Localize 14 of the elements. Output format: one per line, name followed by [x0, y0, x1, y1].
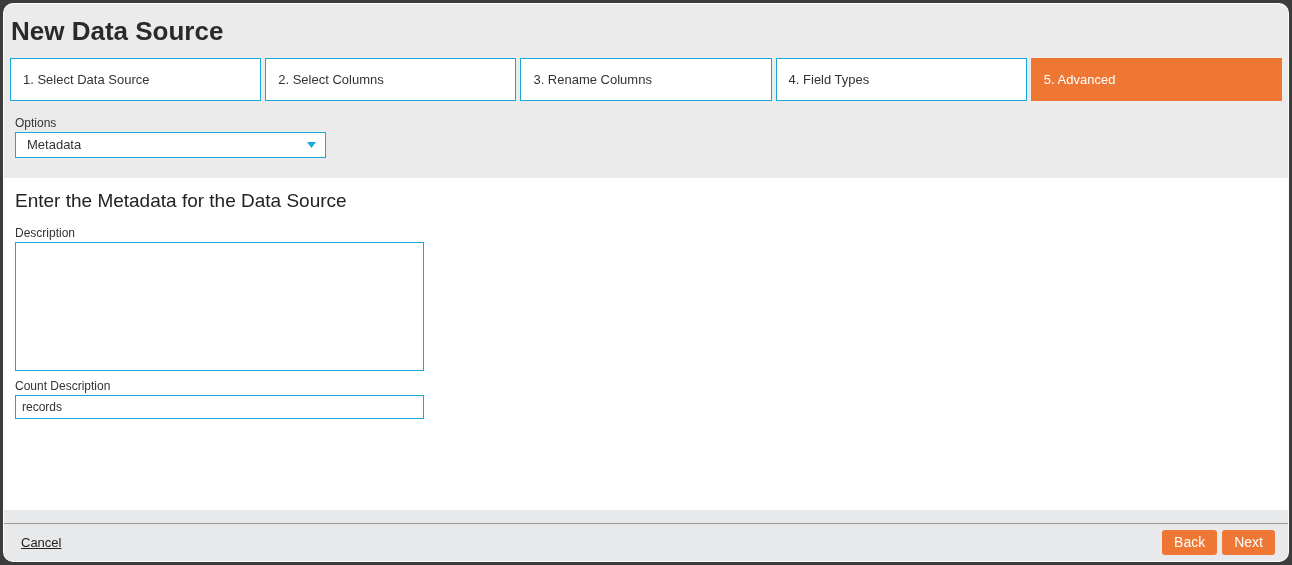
description-label: Description — [15, 224, 76, 242]
step-tab[interactable]: 1. Select Data Source — [10, 58, 262, 101]
section-heading: Enter the Metadata for the Data Source — [15, 189, 347, 213]
options-label: Options — [15, 115, 57, 132]
description-field[interactable] — [15, 241, 424, 371]
caret-icon — [307, 142, 316, 148]
step-tab[interactable]: 3. Rename Columns — [520, 58, 772, 101]
options-dropdown[interactable]: Metadata — [15, 132, 326, 158]
count-description-label: Count Description — [15, 377, 111, 395]
step-tab[interactable]: 4. Field Types — [775, 58, 1027, 101]
cancel-link[interactable]: Cancel — [21, 532, 62, 553]
step-tab[interactable]: 2. Select Columns — [265, 58, 517, 101]
count-description-field[interactable]: records — [15, 394, 424, 419]
page-title: New Data Source — [11, 16, 224, 46]
